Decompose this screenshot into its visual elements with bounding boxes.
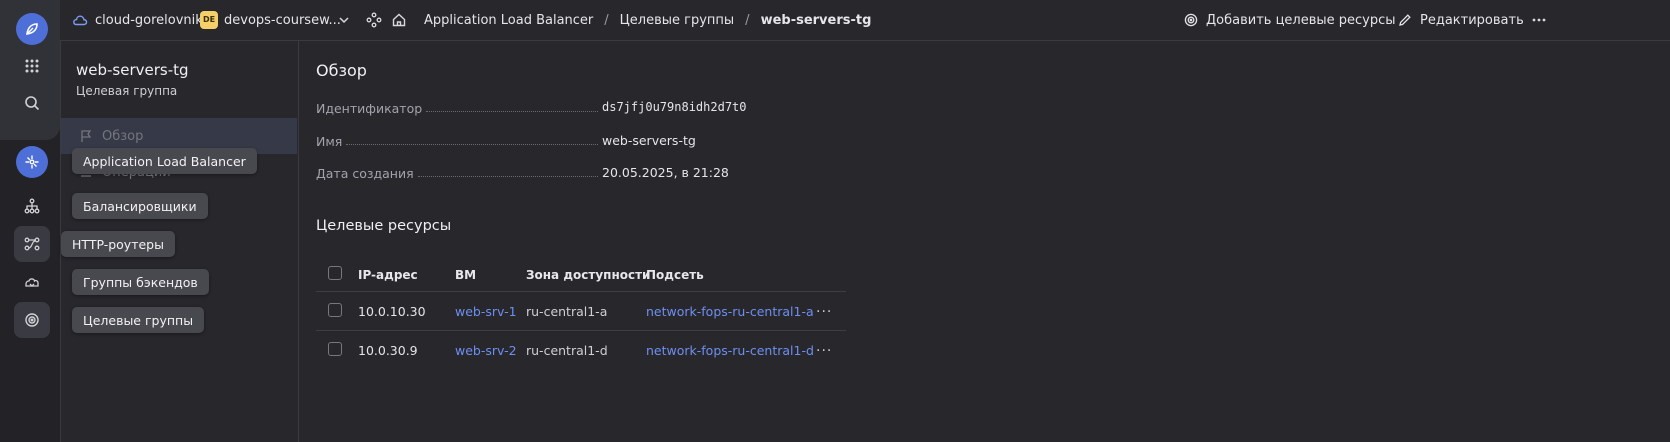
prop-label-name: Имя [316, 131, 604, 149]
col-vm[interactable]: ВМ [455, 255, 476, 294]
page-title: Обзор [316, 61, 367, 80]
prop-value-created: 20.05.2025, в 21:28 [602, 165, 729, 180]
cell-subnet-link[interactable]: network-fops-ru-central1-a [646, 292, 814, 331]
logo-icon[interactable] [16, 13, 48, 45]
folder-name: devops-coursew... [224, 12, 341, 28]
prop-label-created: Дата создания [316, 163, 604, 181]
breadcrumb-separator: / [604, 12, 609, 28]
flag-icon [81, 130, 92, 142]
breadcrumb-service[interactable]: Application Load Balancer [424, 13, 593, 28]
folder-selector[interactable]: DE devops-coursew... [200, 0, 341, 40]
tooltip-balancers: Балансировщики [72, 193, 208, 219]
section-title-targets: Целевые ресурсы [316, 218, 452, 234]
table-row: 10.0.10.30 web-srv-1 ru-central1-a netwo… [316, 291, 846, 331]
select-all-checkbox[interactable] [328, 266, 342, 280]
col-zone[interactable]: Зона доступности [526, 255, 650, 294]
target-icon [1184, 13, 1198, 27]
apps-grid-icon[interactable] [14, 48, 50, 84]
search-icon[interactable] [14, 85, 50, 121]
alb-service-icon[interactable] [16, 146, 48, 178]
services-icon[interactable] [366, 0, 382, 40]
target-groups-icon[interactable] [14, 302, 50, 338]
cloud-selector[interactable]: cloud-gorelovniko [72, 0, 210, 40]
folder-badge: DE [200, 11, 218, 29]
backend-groups-icon[interactable] [14, 264, 50, 300]
breadcrumb-current: web-servers-tg [760, 12, 872, 28]
row-checkbox[interactable] [328, 342, 342, 356]
service-rail [0, 0, 61, 442]
tooltip-target-groups: Целевые группы [72, 307, 205, 333]
row-more-icon[interactable]: ··· [816, 292, 832, 331]
breadcrumb-target-groups[interactable]: Целевые группы [620, 13, 735, 28]
top-bar: cloud-gorelovniko DE devops-coursew... A… [60, 0, 1670, 41]
breadcrumb-separator: / [745, 12, 750, 28]
col-subnet[interactable]: Подсеть [646, 255, 704, 294]
add-target-resources-button[interactable]: Добавить целевые ресурсы [1184, 0, 1396, 40]
edit-button[interactable]: Редактировать [1398, 0, 1524, 40]
prop-value-name: web-servers-tg [602, 133, 696, 148]
cell-zone: ru-central1-d [526, 343, 608, 358]
home-icon[interactable] [391, 0, 407, 40]
chevron-down-icon[interactable] [338, 0, 350, 40]
resource-type: Целевая группа [76, 84, 178, 98]
table-header: IP-адрес ВМ Зона доступности Подсеть [316, 255, 846, 294]
cell-ip: 10.0.10.30 [358, 304, 426, 319]
cloud-icon [73, 15, 88, 26]
tooltip-alb: Application Load Balancer [72, 148, 257, 174]
cell-subnet-link[interactable]: network-fops-ru-central1-d [646, 331, 814, 370]
cell-zone: ru-central1-a [526, 304, 608, 319]
prop-label-id: Идентификатор [316, 98, 604, 116]
cell-ip: 10.0.30.9 [358, 343, 418, 358]
balancers-icon[interactable] [14, 188, 50, 224]
cloud-name: cloud-gorelovniko [95, 12, 211, 28]
cell-vm-link[interactable]: web-srv-1 [455, 292, 517, 331]
row-checkbox[interactable] [328, 303, 342, 317]
tooltip-backend-groups: Группы бэкендов [72, 269, 209, 295]
tooltip-http-routers: HTTP-роутеры [61, 231, 175, 257]
breadcrumb: Application Load Balancer / Целевые груп… [424, 0, 871, 40]
main-content: Обзор Идентификатор ds7jfj0u79n8idh2d7t0… [299, 41, 1670, 442]
http-routers-icon[interactable] [14, 226, 50, 262]
cell-vm-link[interactable]: web-srv-2 [455, 331, 517, 370]
prop-value-id: ds7jfj0u79n8idh2d7t0 [602, 100, 747, 114]
row-more-icon[interactable]: ··· [816, 331, 832, 370]
table-row: 10.0.30.9 web-srv-2 ru-central1-d networ… [316, 330, 846, 370]
more-actions-icon[interactable] [1532, 0, 1546, 40]
col-ip[interactable]: IP-адрес [358, 255, 418, 294]
pencil-icon [1399, 14, 1411, 26]
resource-title: web-servers-tg [76, 61, 189, 79]
